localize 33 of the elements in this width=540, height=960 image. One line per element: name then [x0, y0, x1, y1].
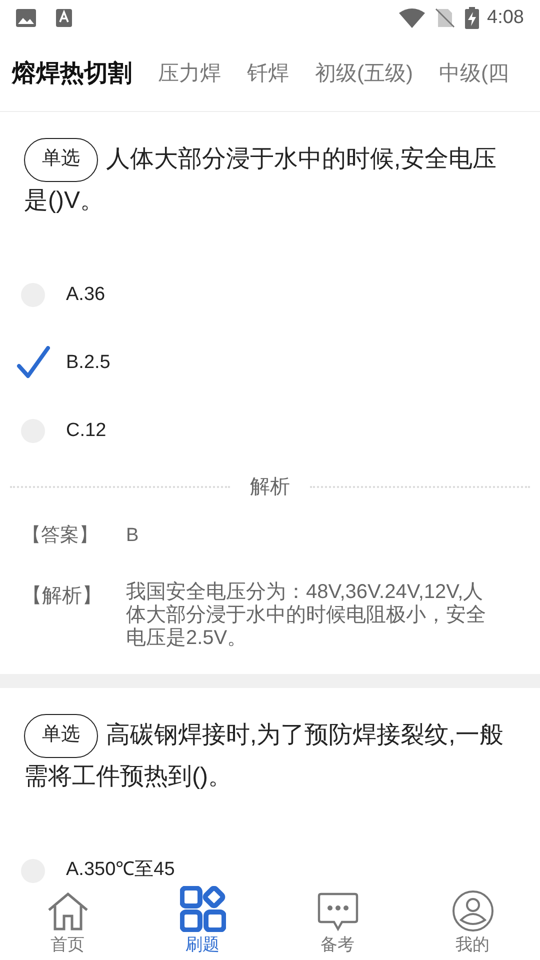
nav-tab[interactable]: 备考 [270, 884, 405, 960]
grid-icon [180, 886, 226, 932]
category-tab[interactable]: 钎焊 [247, 58, 289, 90]
nav-tab[interactable]: 刷题 [135, 884, 270, 960]
question-text: 单选 人体大部分浸于水中的时候,安全电压是()V。 [24, 138, 504, 220]
image-icon [16, 9, 36, 27]
nav-tab[interactable]: 我的 [405, 884, 540, 960]
answer-label: 【答案】 [22, 524, 99, 548]
wifi-icon [399, 8, 426, 28]
category-tab[interactable]: 压力焊 [158, 58, 221, 90]
question-type-tag: 单选 [24, 714, 98, 758]
battery-charging-icon [465, 7, 480, 29]
category-tab[interactable]: 初级(五级) [315, 58, 413, 90]
clock-time: 4:08 [487, 6, 524, 30]
explanation-text: 我国安全电压分为：48V,36V.24V,12V,人体大部分浸于水中的时候电阻极小，安全电压是2.5V。 [126, 580, 487, 650]
category-tab[interactable]: 熔焊热切割 [12, 56, 132, 92]
user-profile-icon [452, 890, 494, 932]
question-type-tag: 单选 [24, 138, 98, 182]
chat-bubble-icon [316, 892, 358, 932]
home-icon [46, 892, 88, 932]
nav-tab[interactable]: 首页 [0, 884, 135, 960]
no-sim-icon [435, 8, 456, 28]
checkmark-icon[interactable] [16, 346, 50, 380]
question-text: 单选 高碳钢焊接时,为了预防焊接裂纹,一般需将工件预热到()。 [24, 714, 504, 796]
font-icon [56, 9, 72, 27]
option-label[interactable]: A.350℃至45 [66, 856, 175, 885]
category-tab[interactable]: 中级(四 [439, 58, 509, 90]
option-label[interactable]: B.2.5 [66, 348, 110, 378]
option-label[interactable]: A.36 [66, 280, 106, 310]
explanation-label: 【解析】 [22, 584, 103, 608]
answer-value: B [126, 524, 139, 548]
analysis-heading: 解析 [249, 475, 291, 500]
option-label[interactable]: C.12 [66, 416, 106, 446]
